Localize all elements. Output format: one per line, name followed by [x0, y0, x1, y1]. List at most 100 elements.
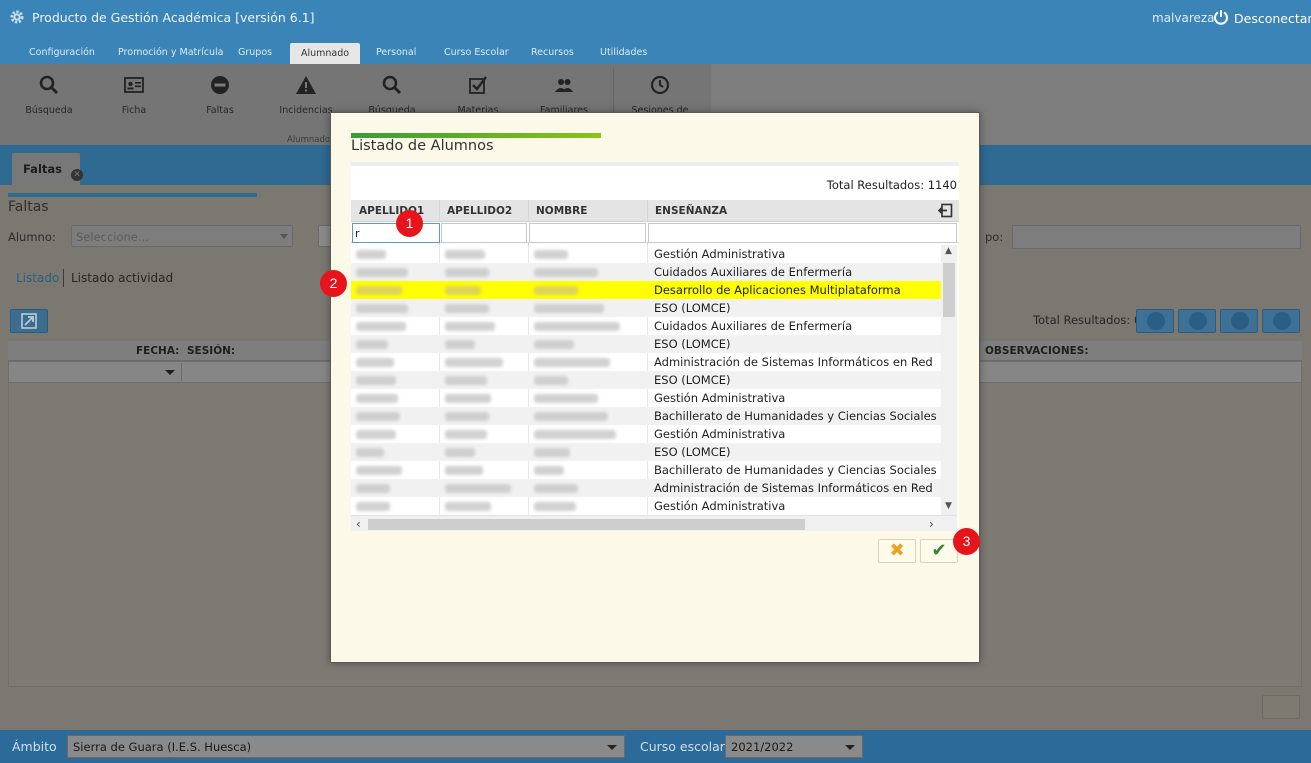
- scroll-down-icon[interactable]: ▼: [945, 501, 952, 511]
- table-row[interactable]: ESO (LOMCE): [351, 335, 941, 353]
- col-sesion[interactable]: SESIÓN:: [187, 345, 235, 357]
- table-row[interactable]: ESO (LOMCE): [351, 371, 941, 389]
- doc-tab-faltas[interactable]: Faltas ✕: [12, 153, 83, 185]
- users-icon: [555, 79, 573, 92]
- apellido1-cell: [356, 286, 402, 295]
- table-row[interactable]: Administración de Sistemas Informáticos …: [351, 353, 941, 371]
- footer-bar: Ámbito Sierra de Guara (I.E.S. Huesca) C…: [0, 730, 1311, 763]
- alumno-select[interactable]: Seleccione...: [71, 225, 293, 247]
- refresh-button[interactable]: [1136, 309, 1174, 333]
- nombre-cell: [534, 376, 568, 385]
- scroll-right-icon[interactable]: ›: [929, 517, 934, 531]
- close-icon: ✖: [889, 540, 905, 561]
- nombre-cell: [534, 322, 620, 331]
- apellido2-filter-input[interactable]: [441, 223, 527, 243]
- tab-utilidades[interactable]: Utilidades: [600, 47, 647, 58]
- subtab-listado[interactable]: Listado: [16, 271, 59, 285]
- tab-configuracion[interactable]: Configuración: [29, 47, 95, 58]
- tipo-label: po:: [985, 230, 1004, 244]
- horizontal-scrollbar[interactable]: ‹ ›: [351, 515, 957, 531]
- table-row[interactable]: Cuidados Auxiliares de Enfermería: [351, 317, 941, 335]
- page-cancel-button[interactable]: [1262, 695, 1300, 719]
- ensenanza-cell: ESO (LOMCE): [654, 445, 731, 459]
- col-observaciones[interactable]: OBSERVACIONES:: [985, 345, 1089, 357]
- col-apellido2[interactable]: APELLIDO2: [447, 205, 512, 217]
- table-row[interactable]: ESO (LOMCE): [351, 299, 941, 317]
- ensenanza-cell: Gestión Administrativa: [654, 499, 786, 513]
- exit-columns-icon[interactable]: [938, 203, 953, 218]
- col-nombre[interactable]: NOMBRE: [536, 205, 587, 217]
- chevron-down-icon: [165, 370, 175, 375]
- tab-promocion-matricula[interactable]: Promoción y Matrícula: [118, 47, 224, 58]
- scroll-up-icon[interactable]: ▲: [945, 246, 952, 256]
- ensenanza-filter-input[interactable]: [648, 223, 957, 243]
- tab-grupos[interactable]: Grupos: [238, 47, 272, 58]
- tab-curso-escolar[interactable]: Curso Escolar: [444, 47, 509, 58]
- ribbon-busqueda-button[interactable]: Búsqueda: [9, 72, 89, 132]
- nombre-cell: [534, 430, 616, 439]
- apellido2-cell: [445, 286, 481, 295]
- alumnos-table-body: Gestión Administrativa Cuidados Auxiliare…: [351, 245, 941, 515]
- callout-badge: 2: [320, 270, 347, 297]
- minus-icon: [1273, 312, 1291, 330]
- pencil-icon: [1231, 312, 1249, 330]
- table-row[interactable]: Desarrollo de Aplicaciones Multiplatafor…: [351, 281, 941, 299]
- apellido2-cell: [445, 466, 483, 475]
- table-row[interactable]: Bachillerato de Humanidades y Ciencias S…: [351, 461, 941, 479]
- power-icon[interactable]: [1213, 9, 1229, 25]
- alumnos-filter-row: r: [351, 222, 959, 243]
- table-row[interactable]: Administración de Sistemas Informáticos …: [351, 479, 941, 497]
- table-row[interactable]: Bachillerato de Humanidades y Ciencias S…: [351, 407, 941, 425]
- apellido2-cell: [445, 502, 491, 511]
- listado-alumnos-dialog: Listado de Alumnos Total Resultados: 114…: [330, 112, 980, 663]
- ribbon-ficha-button[interactable]: Ficha: [94, 72, 174, 132]
- scroll-left-icon[interactable]: ‹: [356, 517, 361, 531]
- table-row[interactable]: Gestión Administrativa: [351, 497, 941, 515]
- table-row[interactable]: Gestión Administrativa: [351, 245, 941, 263]
- tab-recursos[interactable]: Recursos: [531, 47, 574, 58]
- col-fecha[interactable]: FECHA:: [136, 345, 179, 357]
- ensenanza-cell: Cuidados Auxiliares de Enfermería: [654, 265, 853, 279]
- ensenanza-cell: Bachillerato de Humanidades y Ciencias S…: [654, 409, 941, 423]
- close-icon[interactable]: ✕: [71, 169, 83, 181]
- curso-select[interactable]: 2021/2022: [725, 735, 863, 758]
- table-row[interactable]: ESO (LOMCE): [351, 443, 941, 461]
- nombre-cell: [534, 448, 570, 457]
- table-row[interactable]: Cuidados Auxiliares de Enfermería: [351, 263, 941, 281]
- ambito-select[interactable]: Sierra de Guara (I.E.S. Huesca): [67, 735, 625, 758]
- apellido2-cell: [445, 250, 485, 259]
- nombre-filter-input[interactable]: [529, 223, 646, 243]
- alumnos-table-header: APELLIDO1 APELLIDO2 NOMBRE ENSEÑANZA: [351, 200, 959, 266]
- nombre-cell: [534, 358, 610, 367]
- table-row[interactable]: Gestión Administrativa: [351, 425, 941, 443]
- tab-alumnado[interactable]: Alumnado: [290, 43, 361, 64]
- ensenanza-cell: Gestión Administrativa: [654, 391, 786, 405]
- ensenanza-cell: ESO (LOMCE): [654, 301, 731, 315]
- subtab-listado-actividad[interactable]: Listado actividad: [71, 271, 173, 285]
- apellido2-cell: [445, 448, 475, 457]
- edit-button[interactable]: [1220, 309, 1258, 333]
- apellido2-cell: [445, 304, 489, 313]
- warning-icon: [296, 76, 316, 94]
- tab-personal[interactable]: Personal: [376, 47, 416, 58]
- callout-badge: 3: [953, 528, 980, 555]
- logout-link[interactable]: Desconectar: [1234, 11, 1311, 26]
- col-ensenanza[interactable]: ENSEÑANZA: [655, 205, 727, 217]
- alumnos-table-panel: Total Resultados: 1140 APELLIDO1 APELLID…: [351, 166, 959, 531]
- ambito-label: Ámbito: [12, 739, 57, 754]
- gear-icon: [10, 10, 24, 24]
- add-button[interactable]: [1178, 309, 1216, 333]
- apellido1-cell: [356, 322, 406, 331]
- remove-button[interactable]: [1262, 309, 1300, 333]
- apellido1-cell: [356, 430, 396, 439]
- fecha-filter-select[interactable]: [10, 363, 182, 381]
- apellido1-cell: [356, 412, 400, 421]
- tipo-field[interactable]: [1012, 225, 1301, 249]
- table-row[interactable]: Gestión Administrativa: [351, 389, 941, 407]
- dialog-cancel-button[interactable]: ✖: [878, 539, 916, 563]
- nombre-cell: [534, 304, 604, 313]
- vertical-scrollbar[interactable]: ▲ ▼: [941, 245, 957, 515]
- export-button[interactable]: [10, 309, 48, 333]
- apellido2-cell: [445, 412, 489, 421]
- ribbon-faltas-button[interactable]: Faltas: [180, 72, 260, 132]
